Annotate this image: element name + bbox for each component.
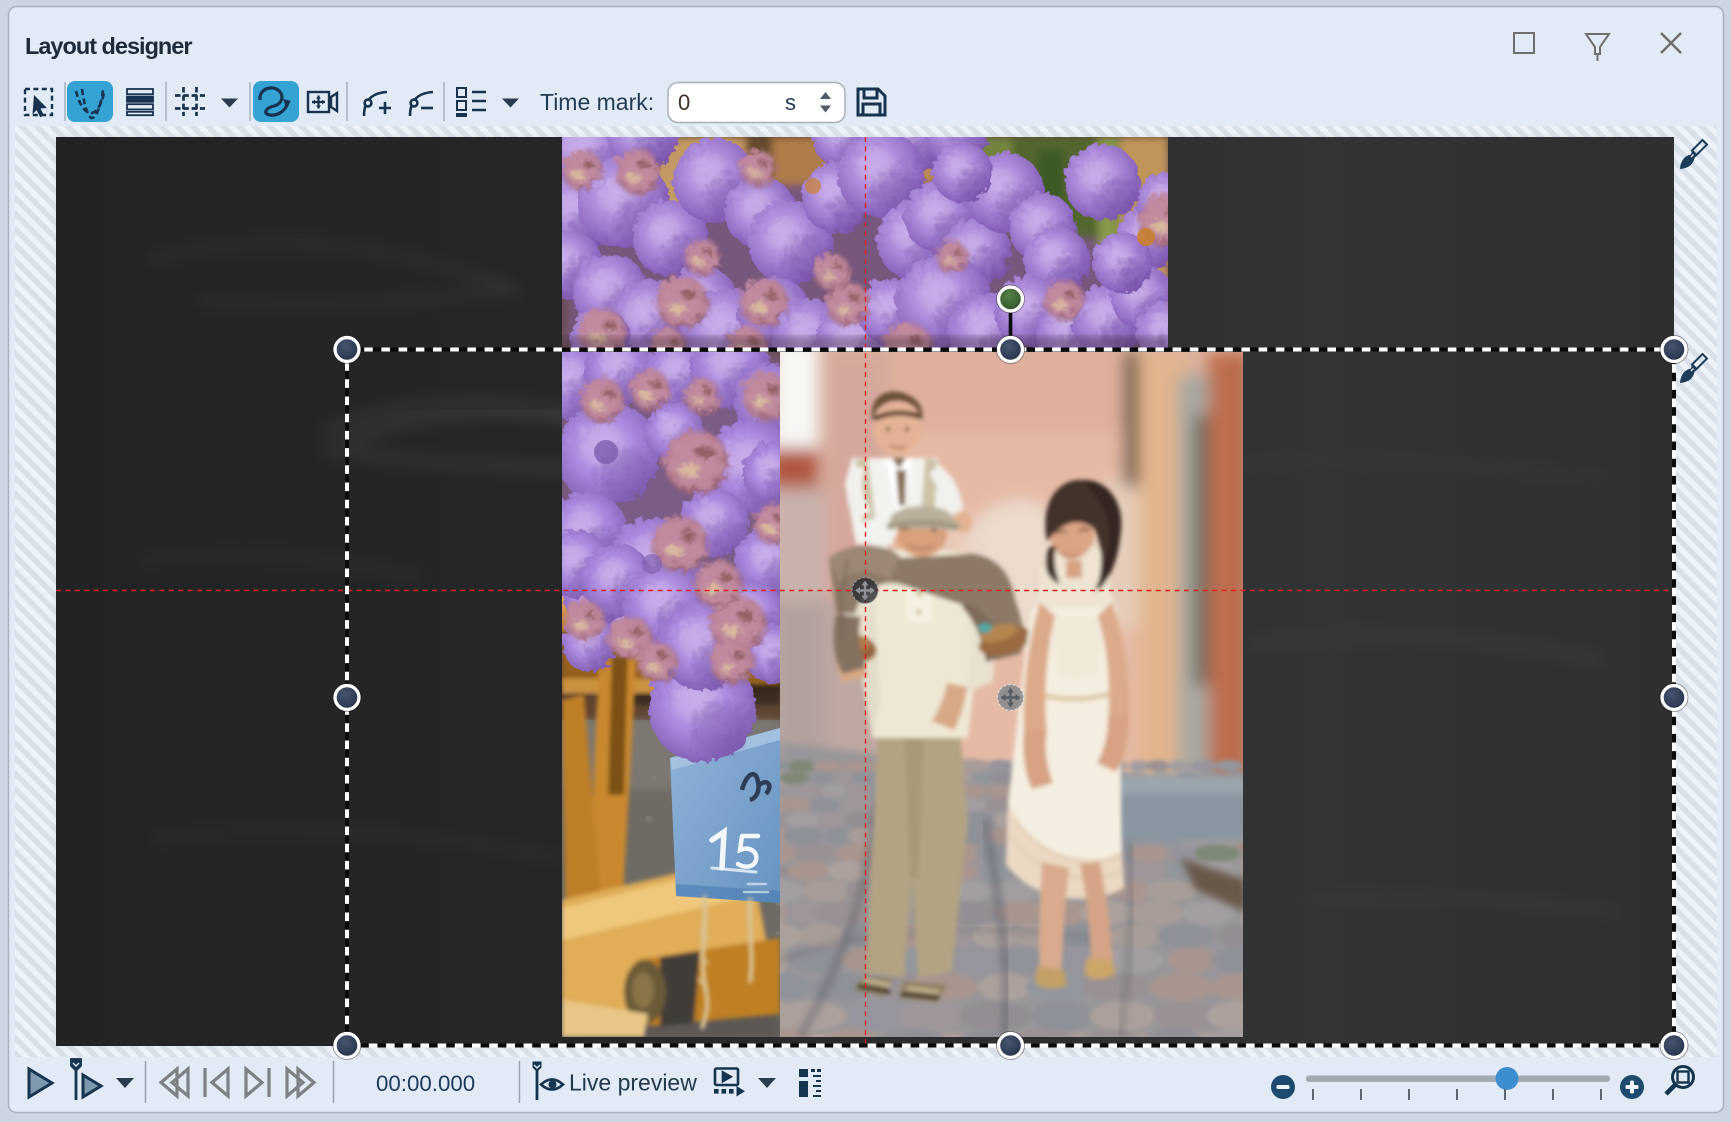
svg-text:Layout designer: Layout designer (25, 33, 192, 59)
svg-text:Live preview: Live preview (569, 1070, 697, 1096)
svg-text:00:00.000: 00:00.000 (376, 1071, 475, 1096)
svg-text:s: s (785, 90, 796, 115)
svg-text:Time mark:: Time mark: (540, 89, 654, 115)
svg-text:0: 0 (678, 90, 690, 115)
